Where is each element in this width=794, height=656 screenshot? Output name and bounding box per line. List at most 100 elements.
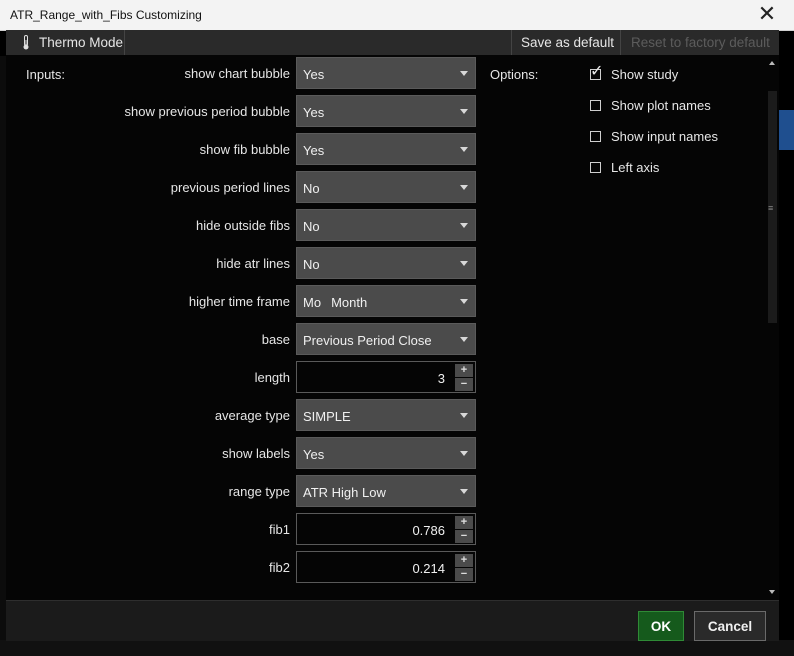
average-type-label: average type <box>214 408 290 423</box>
fib2-value[interactable]: 0.214 <box>412 561 445 576</box>
hide-atr-lines-selected-text: No <box>303 257 320 272</box>
show-plot-names-label[interactable]: Show plot names <box>611 98 711 113</box>
hide-outside-fibs-selected-text: No <box>303 219 320 234</box>
higher-time-frame-value: Mo Month <box>303 295 367 310</box>
scroll-grip-icon: ≡ <box>768 203 774 213</box>
chevron-down-icon <box>460 337 468 342</box>
higher-time-frame-prefix: Mo <box>303 295 322 310</box>
reset-to-factory-default-button[interactable]: Reset to factory default <box>631 30 770 55</box>
dialog-title: ATR_Range_with_Fibs Customizing <box>10 8 202 22</box>
range-type-value: ATR High Low <box>303 485 386 500</box>
left-axis-label[interactable]: Left axis <box>611 160 659 175</box>
scroll-up-arrow-icon[interactable] <box>769 61 775 65</box>
length-number-field[interactable]: 3 + − <box>296 361 476 393</box>
chevron-down-icon <box>460 185 468 190</box>
length-value[interactable]: 3 <box>438 371 445 386</box>
show-study-label[interactable]: Show study <box>611 67 678 82</box>
chevron-down-icon <box>460 451 468 456</box>
increment-icon[interactable]: + <box>455 516 473 529</box>
base-selected-text: Previous Period Close <box>303 333 432 348</box>
previous-period-lines-selected-text: No <box>303 181 320 196</box>
range-type-label: range type <box>228 484 290 499</box>
show-labels-value: Yes <box>303 447 324 462</box>
close-icon[interactable]: ✕ <box>756 3 778 25</box>
decrement-icon[interactable]: − <box>455 530 473 543</box>
previous-period-lines-dropdown[interactable]: No <box>296 171 476 203</box>
show-fib-bubble-value: Yes <box>303 143 324 158</box>
chevron-down-icon <box>460 223 468 228</box>
show-previous-period-bubble-label: show previous period bubble <box>124 104 291 119</box>
hide-outside-fibs-label: hide outside fibs <box>196 218 290 233</box>
previous-period-lines-value: No <box>303 181 320 196</box>
increment-icon[interactable]: + <box>455 554 473 567</box>
show-previous-period-bubble-value: Yes <box>303 105 324 120</box>
dialog-toolbar: Thermo Mode Save as default Reset to fac… <box>6 30 779 56</box>
increment-icon[interactable]: + <box>455 364 473 377</box>
show-study-checkbox[interactable]: ✓ <box>590 64 603 80</box>
chevron-down-icon <box>460 489 468 494</box>
cancel-button[interactable]: Cancel <box>694 611 766 641</box>
show-fib-bubble-dropdown[interactable]: Yes <box>296 133 476 165</box>
chevron-down-icon <box>460 261 468 266</box>
show-previous-period-bubble-selected-text: Yes <box>303 105 325 120</box>
dialog-footer: OK Cancel <box>6 600 779 641</box>
ok-button[interactable]: OK <box>638 611 684 641</box>
show-labels-dropdown[interactable]: Yes <box>296 437 476 469</box>
show-plot-names-checkbox[interactable] <box>590 100 601 111</box>
inputs-section-label: Inputs: <box>26 67 66 82</box>
previous-period-lines-label: previous period lines <box>170 180 290 195</box>
background-app-bottom <box>0 640 794 656</box>
fib2-number-field[interactable]: 0.214 + − <box>296 551 476 583</box>
show-chart-bubble-value: Yes <box>303 67 324 82</box>
show-labels-selected-text: Yes <box>303 447 325 462</box>
average-type-selected-text: SIMPLE <box>303 409 351 424</box>
average-type-dropdown[interactable]: SIMPLE <box>296 399 476 431</box>
length-label: length <box>254 370 290 385</box>
show-chart-bubble-selected-text: Yes <box>303 67 325 82</box>
show-chart-bubble-label: show chart bubble <box>184 66 290 81</box>
range-type-selected-text: ATR High Low <box>303 485 386 500</box>
show-previous-period-bubble-dropdown[interactable]: Yes <box>296 95 476 127</box>
fib2-label: fib2 <box>269 560 290 575</box>
fib1-value[interactable]: 0.786 <box>412 523 445 538</box>
save-as-default-button[interactable]: Save as default <box>521 30 614 55</box>
show-input-names-label[interactable]: Show input names <box>611 129 718 144</box>
toolbar-divider <box>511 30 512 55</box>
chevron-down-icon <box>460 147 468 152</box>
chevron-down-icon <box>460 109 468 114</box>
base-value: Previous Period Close <box>303 333 432 348</box>
chevron-down-icon <box>460 413 468 418</box>
hide-outside-fibs-dropdown[interactable]: No <box>296 209 476 241</box>
options-section-label: Options: <box>490 67 539 82</box>
show-chart-bubble-dropdown[interactable]: Yes <box>296 57 476 89</box>
left-axis-checkbox[interactable] <box>590 162 601 173</box>
range-type-dropdown[interactable]: ATR High Low <box>296 475 476 507</box>
dialog-title-bar: ATR_Range_with_Fibs Customizing ✕ <box>0 0 794 31</box>
show-labels-label: show labels <box>222 446 290 461</box>
hide-atr-lines-label: hide atr lines <box>216 256 290 271</box>
decrement-icon[interactable]: − <box>455 378 473 391</box>
toolbar-divider <box>124 30 125 55</box>
higher-time-frame-dropdown[interactable]: Mo Month <box>296 285 476 317</box>
fib1-number-field[interactable]: 0.786 + − <box>296 513 476 545</box>
hide-atr-lines-value: No <box>303 257 320 272</box>
base-dropdown[interactable]: Previous Period Close <box>296 323 476 355</box>
show-fib-bubble-selected-text: Yes <box>303 143 325 158</box>
average-type-value: SIMPLE <box>303 409 351 424</box>
base-label: base <box>261 332 290 347</box>
decrement-icon[interactable]: − <box>455 568 473 581</box>
show-input-names-checkbox[interactable] <box>590 131 601 142</box>
hide-atr-lines-dropdown[interactable]: No <box>296 247 476 279</box>
scrollbar[interactable]: ≡ <box>766 55 779 600</box>
toolbar-divider <box>620 30 621 55</box>
thermo-mode-button[interactable]: Thermo Mode <box>39 30 123 55</box>
higher-time-frame-label: higher time frame <box>188 294 290 309</box>
dialog-content: Inputs: Options: show chart bubble Yes sho… <box>6 55 779 600</box>
chevron-down-icon <box>460 299 468 304</box>
higher-time-frame-selected-text: Month <box>331 295 368 310</box>
thermometer-icon[interactable] <box>22 35 30 50</box>
show-fib-bubble-label: show fib bubble <box>199 142 290 157</box>
scroll-down-arrow-icon[interactable] <box>769 590 775 594</box>
background-app-panel <box>778 110 794 150</box>
chevron-down-icon <box>460 71 468 76</box>
